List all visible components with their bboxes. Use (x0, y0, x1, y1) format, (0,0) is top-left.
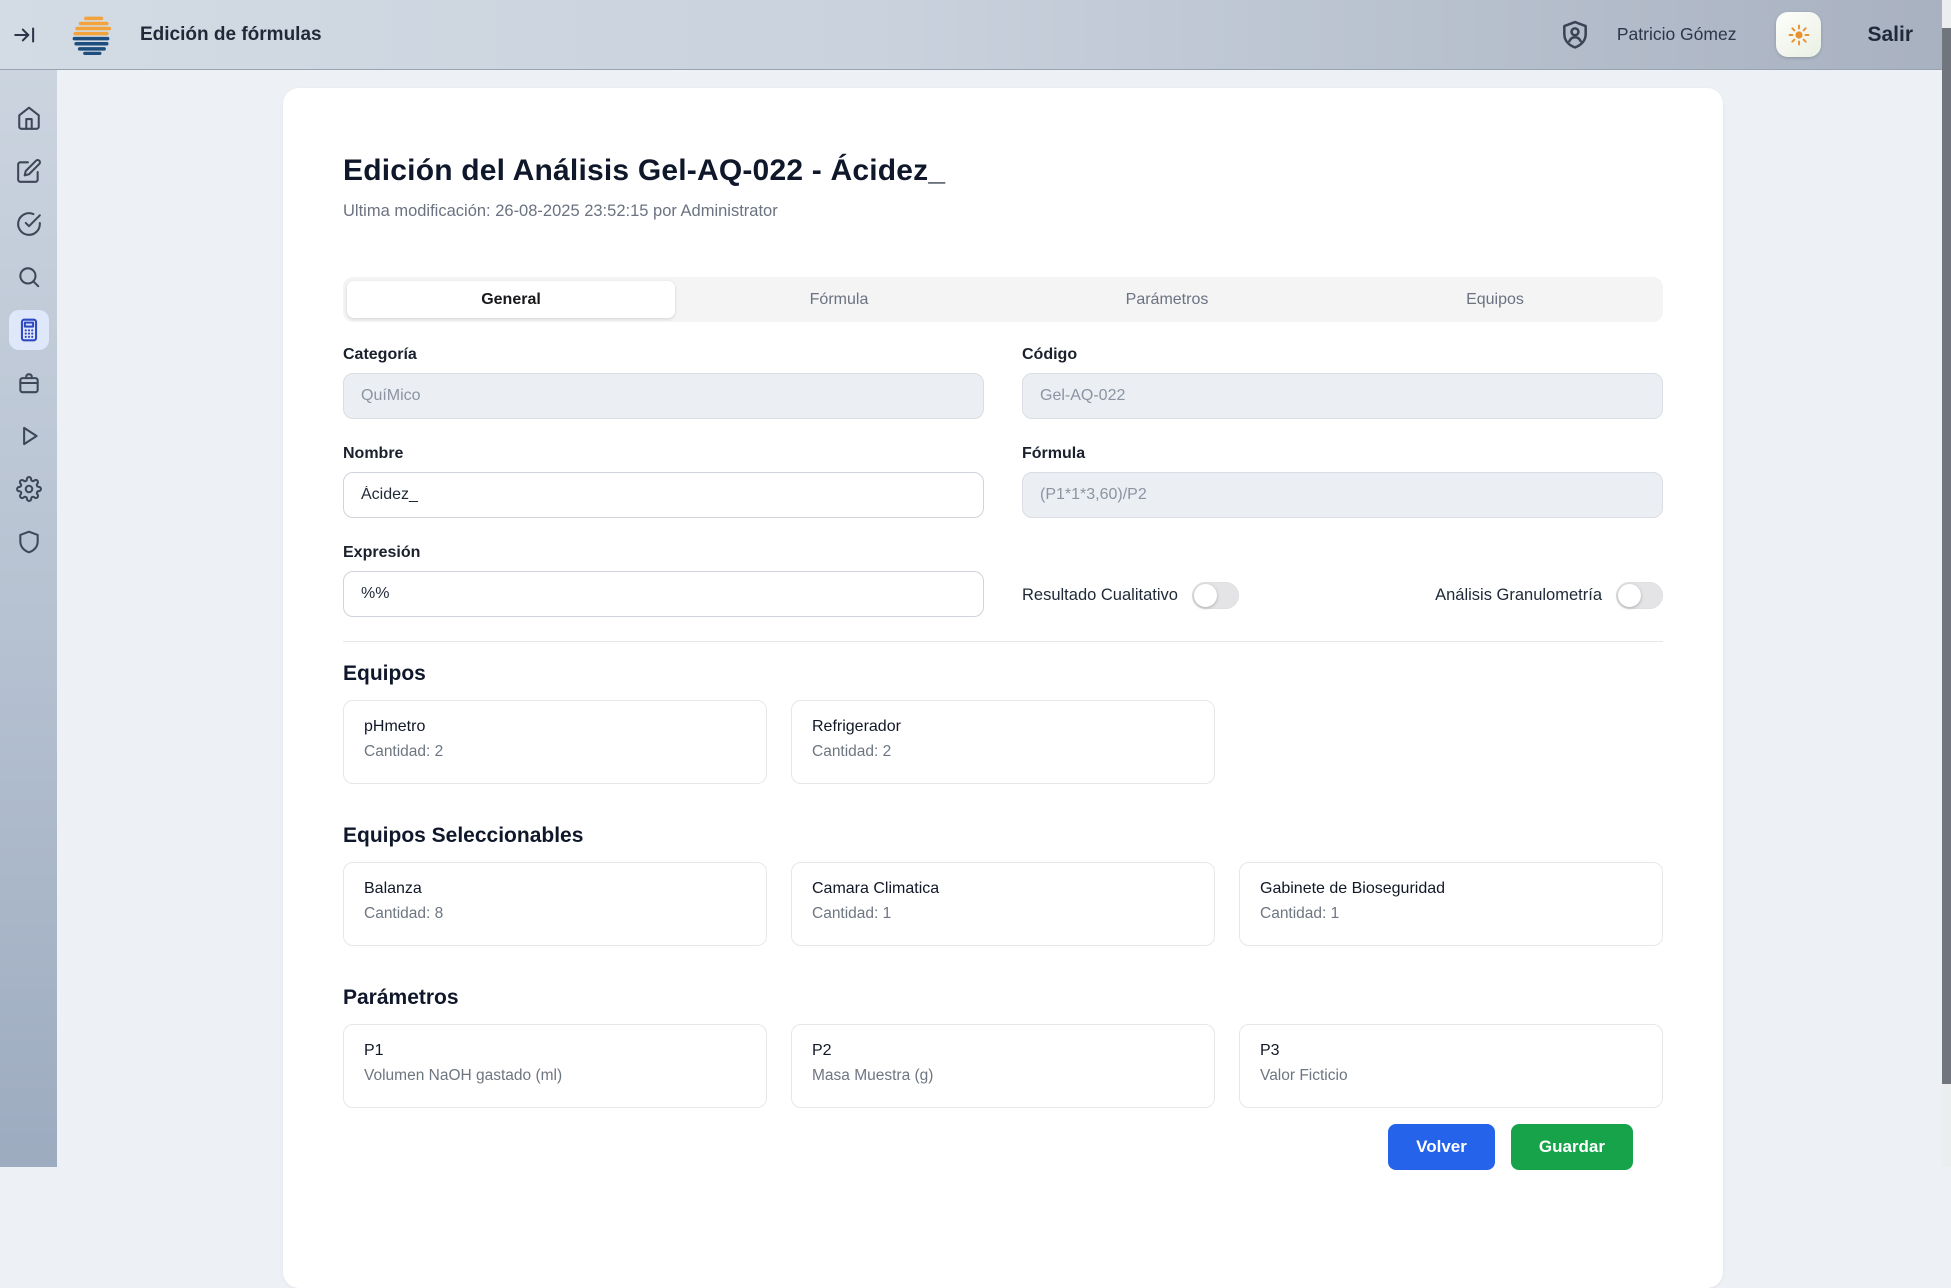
toggle-resultado-cualitativo: Resultado Cualitativo (1022, 582, 1239, 609)
parameter-name: P3 (1260, 1042, 1642, 1060)
selectable-equipment-card[interactable]: Gabinete de Bioseguridad Cantidad: 1 (1239, 862, 1663, 946)
sidebar-item-edit[interactable] (9, 151, 49, 191)
equipment-quantity: Cantidad: 1 (1260, 905, 1642, 923)
equipment-card: Refrigerador Cantidad: 2 (791, 700, 1215, 784)
sidebar-item-inventory[interactable] (9, 363, 49, 403)
tab-equipos[interactable]: Equipos (1331, 281, 1659, 318)
equipment-name: pHmetro (364, 718, 746, 736)
company-logo (70, 14, 112, 56)
analysis-edit-card: Edición del Análisis Gel-AQ-022 - Ácidez… (283, 88, 1723, 1288)
nombre-label: Nombre (343, 445, 984, 463)
parameter-name: P1 (364, 1042, 746, 1060)
parameter-description: Valor Ficticio (1260, 1067, 1642, 1085)
page-title: Edición del Análisis Gel-AQ-022 - Ácidez… (343, 154, 1663, 188)
topbar: Edición de fórmulas Patricio Gómez Salir (0, 0, 1951, 70)
equipment-name: Refrigerador (812, 718, 1194, 736)
parameter-card: P2 Masa Muestra (g) (791, 1024, 1215, 1108)
sidebar (0, 70, 57, 1167)
sidebar-item-home[interactable] (9, 98, 49, 138)
user-name[interactable]: Patricio Gómez (1617, 24, 1737, 45)
logout-button[interactable]: Salir (1867, 23, 1913, 47)
edit-icon (16, 158, 42, 184)
tab-formula[interactable]: Fórmula (675, 281, 1003, 318)
categoria-label: Categoría (343, 346, 984, 364)
nombre-input[interactable] (343, 472, 984, 518)
analisis-granulometria-switch[interactable] (1616, 582, 1663, 609)
scrollbar-thumb[interactable] (1942, 28, 1951, 1084)
tab-general[interactable]: General (347, 281, 675, 318)
resultado-cualitativo-label: Resultado Cualitativo (1022, 586, 1178, 605)
equipment-name: Balanza (364, 880, 746, 898)
calculator-icon (16, 317, 42, 343)
toggle-analisis-granulometria: Análisis Granulometría (1435, 582, 1663, 609)
formula-input (1022, 472, 1663, 518)
sun-icon (1787, 23, 1811, 47)
sidebar-item-run[interactable] (9, 416, 49, 456)
window-scrollbar (1942, 0, 1951, 1167)
box-icon (16, 370, 42, 396)
gear-icon (16, 476, 42, 502)
sidebar-item-formulas[interactable] (9, 310, 49, 350)
tab-parametros[interactable]: Parámetros (1003, 281, 1331, 318)
app-title: Edición de fórmulas (140, 24, 322, 46)
equipment-quantity: Cantidad: 8 (364, 905, 746, 923)
shield-user-icon (1559, 19, 1591, 51)
equipment-name: Gabinete de Bioseguridad (1260, 880, 1642, 898)
last-modified-text: Ultima modificación: 26-08-2025 23:52:15… (343, 202, 1663, 221)
parameter-card: P3 Valor Ficticio (1239, 1024, 1663, 1108)
switch-knob (1618, 584, 1641, 607)
main-content: Edición del Análisis Gel-AQ-022 - Ácidez… (57, 70, 1951, 1167)
sidebar-item-search[interactable] (9, 257, 49, 297)
parameter-name: P2 (812, 1042, 1194, 1060)
codigo-label: Código (1022, 346, 1663, 364)
selectable-equipment-card[interactable]: Camara Climatica Cantidad: 1 (791, 862, 1215, 946)
back-button[interactable]: Volver (1388, 1124, 1495, 1170)
formula-label: Fórmula (1022, 445, 1663, 463)
toggles-row: Resultado Cualitativo Análisis Granulome… (1022, 544, 1663, 617)
play-icon (16, 423, 42, 449)
field-nombre: Nombre (343, 445, 984, 518)
parameter-card: P1 Volumen NaOH gastado (ml) (343, 1024, 767, 1108)
save-button[interactable]: Guardar (1511, 1124, 1633, 1170)
field-formula: Fórmula (1022, 445, 1663, 518)
switch-knob (1194, 584, 1217, 607)
equipment-quantity: Cantidad: 1 (812, 905, 1194, 923)
equipment-name: Camara Climatica (812, 880, 1194, 898)
home-icon (16, 105, 42, 131)
collapse-arrow-icon (12, 22, 38, 48)
search-icon (16, 264, 42, 290)
expresion-label: Expresión (343, 544, 984, 562)
parameter-description: Volumen NaOH gastado (ml) (364, 1067, 746, 1085)
sidebar-item-settings[interactable] (9, 469, 49, 509)
check-circle-icon (16, 211, 42, 237)
parameter-description: Masa Muestra (g) (812, 1067, 1194, 1085)
tab-bar: General Fórmula Parámetros Equipos (343, 277, 1663, 322)
field-codigo: Código (1022, 346, 1663, 419)
expresion-input[interactable] (343, 571, 984, 617)
field-categoria: Categoría (343, 346, 984, 419)
theme-toggle-button[interactable] (1776, 12, 1821, 57)
equipos-section-title: Equipos (343, 662, 1663, 686)
parametros-section-title: Parámetros (343, 986, 1663, 1010)
section-divider (343, 641, 1663, 642)
resultado-cualitativo-switch[interactable] (1192, 582, 1239, 609)
equipos-seleccionables-section-title: Equipos Seleccionables (343, 824, 1663, 848)
equipment-card: pHmetro Cantidad: 2 (343, 700, 767, 784)
categoria-input (343, 373, 984, 419)
codigo-input (1022, 373, 1663, 419)
analisis-granulometria-label: Análisis Granulometría (1435, 586, 1602, 605)
shield-icon (16, 529, 42, 555)
equipment-quantity: Cantidad: 2 (812, 743, 1194, 761)
field-expresion: Expresión (343, 544, 984, 617)
sidebar-item-security[interactable] (9, 522, 49, 562)
sidebar-item-tasks[interactable] (9, 204, 49, 244)
sidebar-collapse-button[interactable] (8, 18, 42, 52)
equipment-quantity: Cantidad: 2 (364, 743, 746, 761)
selectable-equipment-card[interactable]: Balanza Cantidad: 8 (343, 862, 767, 946)
